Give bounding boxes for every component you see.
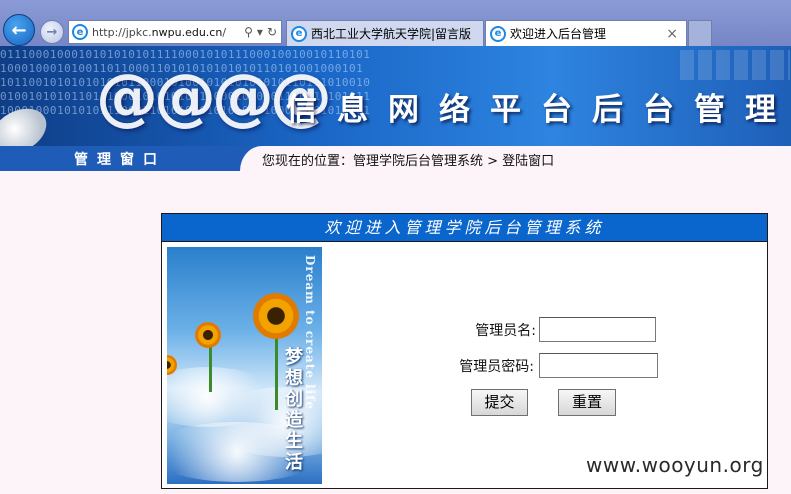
tab-label: 欢迎进入后台管理 xyxy=(510,27,607,41)
login-panel: 欢迎进入管理学院后台管理系统 Dream to create life 梦想创造… xyxy=(161,213,768,489)
new-tab-button[interactable] xyxy=(688,20,712,46)
reset-button[interactable]: 重置 xyxy=(558,389,616,416)
wooyun-watermark: www.wooyun.org xyxy=(586,453,764,477)
browser-toolbar: ← → e http://jpkc.nwpu.edu.cn/ ⚲ ▾ ↻ e 西… xyxy=(0,0,791,46)
ie-tab-icon: e xyxy=(291,25,307,42)
tab-message-board[interactable]: e 西北工业大学航天学院|留言版 xyxy=(286,20,484,46)
submit-button[interactable]: 提交 xyxy=(471,389,528,416)
username-label: 管理员名: xyxy=(475,323,536,339)
forward-button[interactable]: → xyxy=(40,20,64,44)
address-bar[interactable]: e http://jpkc.nwpu.edu.cn/ ⚲ ▾ ↻ xyxy=(68,20,282,44)
decorative-squares xyxy=(680,50,790,80)
back-button[interactable]: ← xyxy=(3,14,35,46)
login-form: 管理员名: 管理员密码: 提交 重置 xyxy=(162,214,767,488)
address-url[interactable]: http://jpkc.nwpu.edu.cn/ xyxy=(92,26,244,39)
back-arrow-icon: ← xyxy=(11,19,27,41)
password-input[interactable] xyxy=(539,353,658,378)
refresh-icon[interactable]: ↻ xyxy=(267,25,277,39)
dropdown-icon[interactable]: ▾ xyxy=(257,25,263,39)
tab-label: 西北工业大学航天学院|留言版 xyxy=(311,27,472,41)
breadcrumb: 您现在的位置：管理学院后台管理系统 > 登陆窗口 xyxy=(262,154,555,169)
banner-title: 信息网络平台后台管理 xyxy=(286,92,791,128)
username-input[interactable] xyxy=(539,317,656,342)
forward-arrow-icon: → xyxy=(46,24,58,40)
tab-admin-welcome[interactable]: e 欢迎进入后台管理 × xyxy=(485,20,687,46)
password-label: 管理员密码: xyxy=(459,359,534,375)
close-tab-icon[interactable]: × xyxy=(666,26,678,42)
ie-page-icon: e xyxy=(72,24,88,40)
search-icon[interactable]: ⚲ xyxy=(244,25,253,39)
management-window-label: 管理窗口 xyxy=(74,152,166,168)
ie-tab-icon: e xyxy=(490,25,506,42)
site-banner: 0111000100010101010101111000101011100010… xyxy=(0,46,791,146)
